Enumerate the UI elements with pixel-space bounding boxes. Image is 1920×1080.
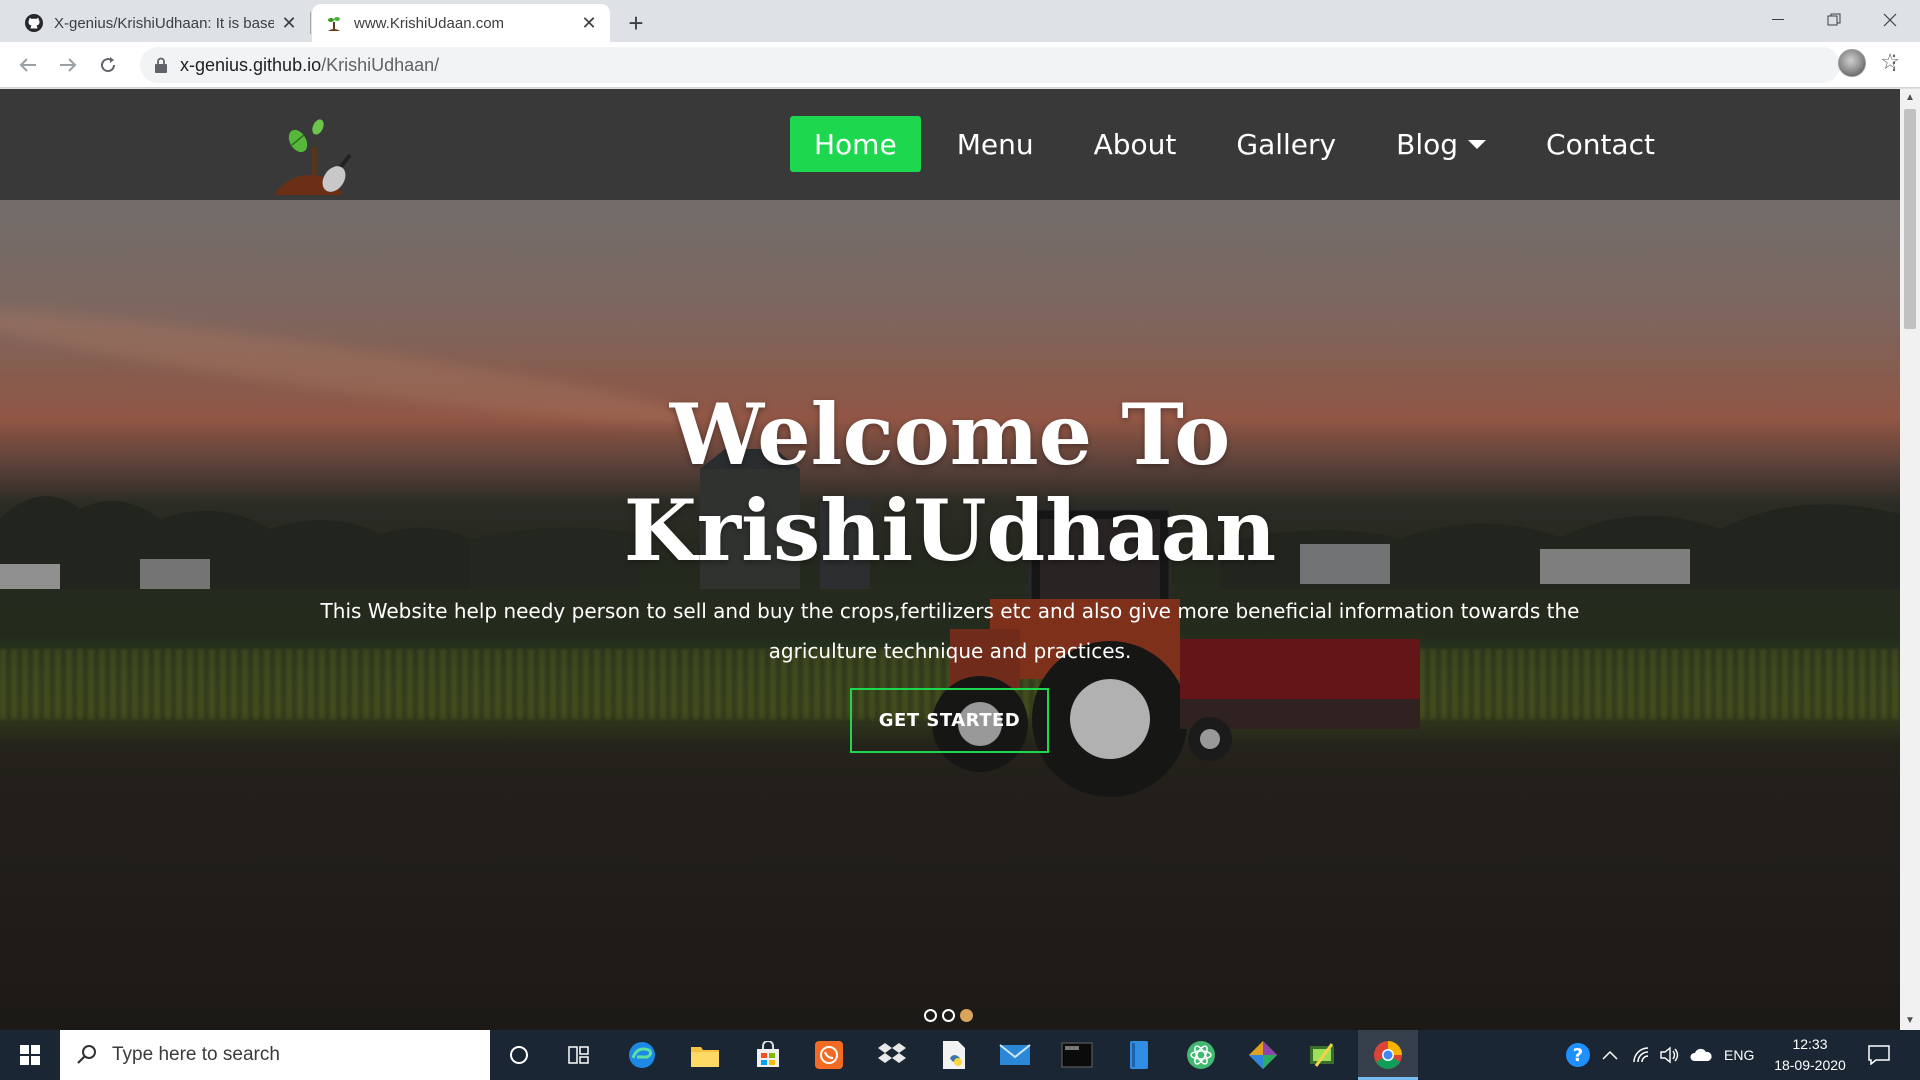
clock-time: 12:33 [1792,1036,1828,1052]
language-indicator[interactable]: ENG [1724,1047,1754,1063]
mail-icon[interactable] [998,1038,1032,1072]
hero-title-line2: KrishiUdhaan [623,481,1277,580]
chrome-icon[interactable] [1371,1038,1405,1072]
nav-blog-label: Blog [1396,127,1459,161]
nav-home[interactable]: Home [790,116,921,172]
notebook-icon[interactable] [1122,1038,1156,1072]
clock-date: 18-09-2020 [1774,1057,1846,1073]
github-icon [24,13,44,33]
tab-separator [310,12,311,34]
task-view-icon[interactable] [562,1038,596,1072]
page-viewport: Home Menu About Gallery Blog Contact Wel… [0,89,1900,1030]
nav-menu[interactable]: Menu [933,116,1058,172]
edge-icon[interactable] [625,1038,659,1072]
get-started-button[interactable]: GET STARTED [850,688,1049,753]
scroll-thumb[interactable] [1904,109,1916,329]
page-scrollbar[interactable]: ▲ ▼ [1900,89,1920,1030]
windows-start-icon[interactable] [0,1030,60,1080]
hero-title-line1: Welcome To [669,385,1231,484]
site-header: Home Menu About Gallery Blog Contact [0,89,1900,200]
chevron-up-icon[interactable] [1593,1038,1627,1072]
close-tab-icon[interactable]: ✕ [280,14,298,32]
scroll-up-arrow-icon[interactable]: ▲ [1900,89,1920,107]
nav-contact[interactable]: Contact [1522,116,1679,172]
minimize-icon[interactable] [1750,0,1806,40]
dropbox-icon[interactable] [875,1038,909,1072]
mysql-icon[interactable] [1060,1038,1094,1072]
caret-down-icon [1468,139,1487,149]
hero-description: This Website help needy person to sell a… [320,599,1580,663]
close-window-icon[interactable] [1862,0,1918,40]
carousel-dot-1[interactable] [924,1009,937,1022]
tab-krishiudaan[interactable]: www.KrishiUdaan.com ✕ [312,4,610,42]
file-explorer-icon[interactable] [688,1038,722,1072]
krishiudhaan-logo[interactable] [272,117,368,195]
back-icon[interactable] [12,49,44,81]
carousel-dot-3[interactable] [960,1009,973,1022]
git-diamond-icon[interactable] [1246,1038,1280,1072]
tab-title: X-genius/KrishiUdhaan: It is based [54,14,274,32]
address-bar[interactable]: x-genius.github.io/KrishiUdhaan/ [140,47,1840,83]
browser-menu-icon[interactable]: ⋮ [1884,52,1904,76]
whatsapp-icon[interactable] [812,1038,846,1072]
scroll-down-arrow-icon[interactable]: ▼ [1900,1012,1920,1030]
system-clock[interactable]: 12:33 18-09-2020 [1760,1034,1860,1076]
url-path: /KrishiUdhaan/ [321,54,440,75]
nav-gallery[interactable]: Gallery [1212,116,1360,172]
nav-blog[interactable]: Blog [1372,116,1510,172]
control-panel-icon[interactable] [1306,1038,1340,1072]
carousel-dot-2[interactable] [942,1009,955,1022]
volume-icon[interactable] [1653,1038,1687,1072]
reload-icon[interactable] [92,49,124,81]
forward-icon[interactable] [52,49,84,81]
browser-tab-strip: X-genius/KrishiUdhaan: It is based ✕ www… [0,0,1920,42]
carousel-indicators [924,1009,978,1022]
onedrive-cloud-icon[interactable] [1684,1038,1718,1072]
browser-toolbar: x-genius.github.io/KrishiUdhaan/ ☆ [0,42,1920,88]
svg-text:?: ? [1573,1045,1583,1066]
profile-avatar[interactable] [1838,49,1866,77]
windows-taskbar: Type here to search ? ENG 12:33 18-09-20… [0,1030,1920,1080]
help-icon[interactable]: ? [1561,1038,1595,1072]
python-file-icon[interactable] [937,1038,971,1072]
cortana-icon[interactable] [502,1038,536,1072]
store-icon[interactable] [751,1038,785,1072]
atom-icon[interactable] [1184,1038,1218,1072]
tab-title: www.KrishiUdaan.com [354,14,505,32]
taskbar-search[interactable]: Type here to search [60,1030,490,1080]
tab-github[interactable]: X-genius/KrishiUdhaan: It is based ✕ [12,4,310,42]
main-nav: Home Menu About Gallery Blog Contact [790,116,1691,172]
restore-icon[interactable] [1806,0,1862,40]
close-tab-icon[interactable]: ✕ [580,14,598,32]
hero-title: Welcome To KrishiUdhaan [0,387,1900,579]
lock-icon [154,57,168,73]
sprout-icon [324,13,344,33]
search-placeholder: Type here to search [112,1044,280,1065]
new-tab-button[interactable]: + [620,8,652,40]
notification-center-icon[interactable] [1862,1038,1896,1072]
search-icon [77,1045,96,1064]
url-host: x-genius.github.io [180,54,322,75]
nav-about[interactable]: About [1070,116,1201,172]
